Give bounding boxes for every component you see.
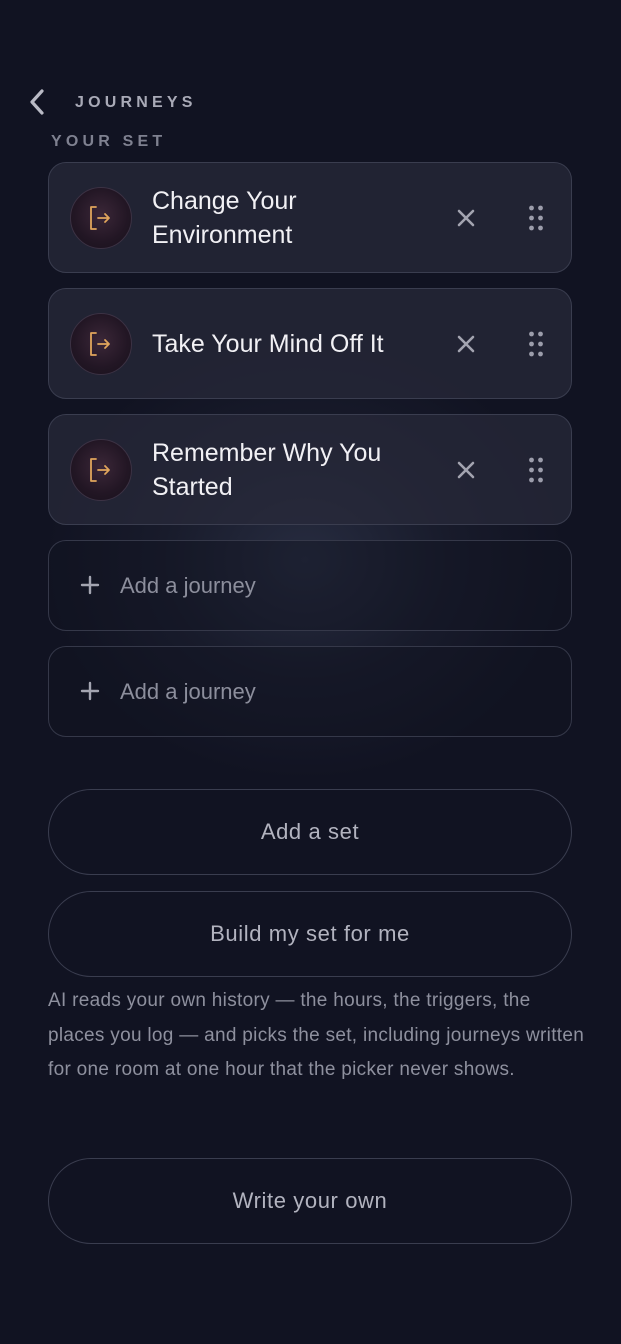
journey-title: Remember Why You Started bbox=[152, 438, 382, 501]
build-set-button[interactable]: Build my set for me bbox=[48, 891, 572, 977]
drag-handle[interactable] bbox=[519, 199, 553, 237]
page-title: JOURNEYS bbox=[75, 94, 197, 111]
drag-handle[interactable] bbox=[519, 325, 553, 363]
journey-card[interactable]: Take Your Mind Off It bbox=[48, 288, 572, 399]
build-set-description: AI reads your own history — the hours, t… bbox=[48, 990, 585, 1080]
plus-icon bbox=[77, 572, 103, 598]
add-journey-label: Add a journey bbox=[120, 572, 256, 598]
remove-journey-button[interactable] bbox=[449, 453, 483, 487]
door-exit-icon bbox=[70, 439, 132, 501]
close-icon bbox=[457, 335, 475, 353]
journey-title: Take Your Mind Off It bbox=[152, 329, 384, 358]
remove-journey-button[interactable] bbox=[449, 327, 483, 361]
drag-dots-icon bbox=[529, 331, 543, 357]
add-journey-slot[interactable]: Add a journey bbox=[48, 646, 572, 737]
add-journey-label: Add a journey bbox=[120, 678, 256, 704]
write-own-button[interactable]: Write your own bbox=[48, 1158, 572, 1244]
journey-card[interactable]: Change Your Environment bbox=[48, 162, 572, 273]
journey-title: Change Your Environment bbox=[152, 186, 297, 249]
chevron-left-icon bbox=[30, 89, 44, 115]
drag-dots-icon bbox=[529, 205, 543, 231]
drag-handle[interactable] bbox=[519, 451, 553, 489]
journey-card[interactable]: Remember Why You Started bbox=[48, 414, 572, 525]
close-icon bbox=[457, 209, 475, 227]
section-label: YOUR SET bbox=[51, 133, 167, 150]
add-journey-slot[interactable]: Add a journey bbox=[48, 540, 572, 631]
door-exit-icon bbox=[70, 313, 132, 375]
add-set-button[interactable]: Add a set bbox=[48, 789, 572, 875]
close-icon bbox=[457, 461, 475, 479]
door-exit-icon bbox=[70, 187, 132, 249]
remove-journey-button[interactable] bbox=[449, 201, 483, 235]
drag-dots-icon bbox=[529, 457, 543, 483]
back-button[interactable] bbox=[22, 85, 52, 119]
plus-icon bbox=[77, 678, 103, 704]
